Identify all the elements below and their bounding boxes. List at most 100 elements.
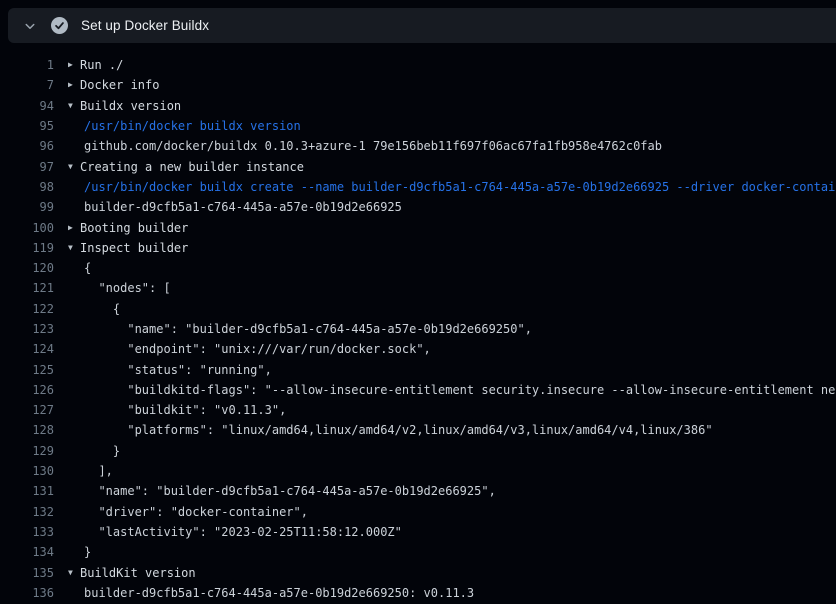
log-line: 95/usr/bin/docker buildx version [0,116,836,136]
output-text: ], [54,464,113,478]
line-number[interactable]: 132 [0,505,54,519]
group-content: ▼Inspect builder [54,241,188,255]
line-number[interactable]: 97 [0,160,54,174]
log-line: 96github.com/docker/buildx 0.10.3+azure-… [0,136,836,156]
log-line: 98/usr/bin/docker buildx create --name b… [0,177,836,197]
group-content: ▶Booting builder [54,221,188,235]
output-text: "lastActivity": "2023-02-25T11:58:12.000… [54,525,402,539]
command-text: /usr/bin/docker buildx create --name bui… [54,180,836,194]
log-group-row[interactable]: 119▼Inspect builder [0,238,836,258]
line-number[interactable]: 135 [0,566,54,580]
line-number[interactable]: 120 [0,261,54,275]
log-line: 129 } [0,441,836,461]
output-text: } [54,444,120,458]
log-group-row[interactable]: 94▼Buildx version [0,96,836,116]
output-text: "nodes": [ [54,281,171,295]
line-number[interactable]: 121 [0,281,54,295]
group-title: Booting builder [80,221,188,235]
triangle-down-icon: ▼ [68,102,80,110]
command-text: /usr/bin/docker buildx version [54,119,301,133]
log-line: 122 { [0,299,836,319]
line-number[interactable]: 129 [0,444,54,458]
log-line: 130 ], [0,461,836,481]
output-text: { [54,261,91,275]
triangle-down-icon: ▼ [68,244,80,252]
group-title: Run ./ [80,58,123,72]
triangle-down-icon: ▼ [68,163,80,171]
log-line: 136builder-d9cfb5a1-c764-445a-a57e-0b19d… [0,583,836,603]
line-number[interactable]: 136 [0,586,54,600]
output-text: } [54,545,91,559]
step-title: Set up Docker Buildx [81,18,209,33]
output-text: { [54,302,120,316]
group-content: ▼BuildKit version [54,566,196,580]
log-output: 1▶Run ./7▶Docker info94▼Buildx version95… [0,55,836,603]
log-line: 132 "driver": "docker-container", [0,502,836,522]
log-line: 121 "nodes": [ [0,278,836,298]
line-number[interactable]: 124 [0,342,54,356]
line-number[interactable]: 134 [0,545,54,559]
line-number[interactable]: 98 [0,180,54,194]
line-number[interactable]: 7 [0,78,54,92]
line-number[interactable]: 95 [0,119,54,133]
output-text: "buildkit": "v0.11.3", [54,403,286,417]
line-number[interactable]: 119 [0,241,54,255]
output-text: "name": "builder-d9cfb5a1-c764-445a-a57e… [54,322,532,336]
triangle-right-icon: ▶ [68,81,80,89]
log-line: 128 "platforms": "linux/amd64,linux/amd6… [0,420,836,440]
group-title: Creating a new builder instance [80,160,304,174]
line-number[interactable]: 100 [0,221,54,235]
log-group-row[interactable]: 100▶Booting builder [0,217,836,237]
line-number[interactable]: 122 [0,302,54,316]
output-text: "platforms": "linux/amd64,linux/amd64/v2… [54,423,713,437]
log-line: 131 "name": "builder-d9cfb5a1-c764-445a-… [0,481,836,501]
output-text: builder-d9cfb5a1-c764-445a-a57e-0b19d2e6… [54,586,474,600]
line-number[interactable]: 131 [0,484,54,498]
output-text: "driver": "docker-container", [54,505,308,519]
log-group-row[interactable]: 97▼Creating a new builder instance [0,156,836,176]
output-text: "buildkitd-flags": "--allow-insecure-ent… [54,383,836,397]
line-number[interactable]: 130 [0,464,54,478]
log-group-row[interactable]: 1▶Run ./ [0,55,836,75]
log-line: 133 "lastActivity": "2023-02-25T11:58:12… [0,522,836,542]
log-line: 127 "buildkit": "v0.11.3", [0,400,836,420]
output-text: github.com/docker/buildx 0.10.3+azure-1 … [54,139,662,153]
log-line: 134} [0,542,836,562]
group-title: BuildKit version [80,566,196,580]
log-line: 124 "endpoint": "unix:///var/run/docker.… [0,339,836,359]
triangle-down-icon: ▼ [68,569,80,577]
output-text: "status": "running", [54,363,272,377]
group-content: ▼Creating a new builder instance [54,160,304,174]
step-header[interactable]: Set up Docker Buildx [8,8,836,43]
line-number[interactable]: 128 [0,423,54,437]
log-group-row[interactable]: 7▶Docker info [0,75,836,95]
line-number[interactable]: 99 [0,200,54,214]
group-title: Docker info [80,78,159,92]
log-line: 99builder-d9cfb5a1-c764-445a-a57e-0b19d2… [0,197,836,217]
line-number[interactable]: 126 [0,383,54,397]
log-line: 120{ [0,258,836,278]
triangle-right-icon: ▶ [68,224,80,232]
log-group-row[interactable]: 135▼BuildKit version [0,562,836,582]
line-number[interactable]: 94 [0,99,54,113]
log-line: 126 "buildkitd-flags": "--allow-insecure… [0,380,836,400]
output-text: builder-d9cfb5a1-c764-445a-a57e-0b19d2e6… [54,200,402,214]
group-content: ▶Docker info [54,78,159,92]
group-content: ▼Buildx version [54,99,181,113]
group-content: ▶Run ./ [54,58,123,72]
group-title: Inspect builder [80,241,188,255]
output-text: "name": "builder-d9cfb5a1-c764-445a-a57e… [54,484,496,498]
line-number[interactable]: 127 [0,403,54,417]
group-title: Buildx version [80,99,181,113]
line-number[interactable]: 133 [0,525,54,539]
log-line: 123 "name": "builder-d9cfb5a1-c764-445a-… [0,319,836,339]
line-number[interactable]: 125 [0,363,54,377]
log-line: 125 "status": "running", [0,359,836,379]
output-text: "endpoint": "unix:///var/run/docker.sock… [54,342,431,356]
line-number[interactable]: 96 [0,139,54,153]
line-number[interactable]: 123 [0,322,54,336]
line-number[interactable]: 1 [0,58,54,72]
chevron-down-icon[interactable] [22,18,38,34]
check-circle-icon [51,17,68,34]
triangle-right-icon: ▶ [68,61,80,69]
